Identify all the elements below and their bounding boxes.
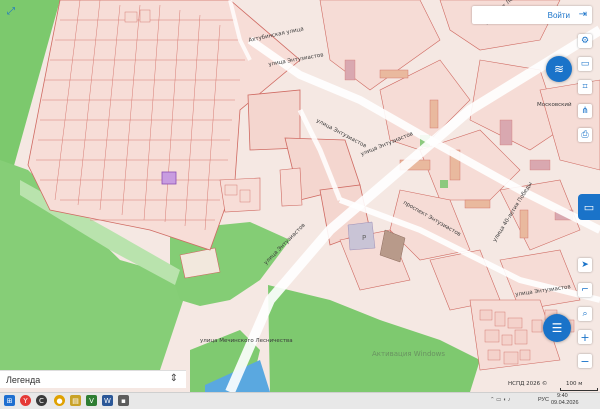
share-icon[interactable]: ⋔ (578, 104, 592, 118)
chat-button[interactable]: ☰ (543, 314, 571, 342)
browser-icon[interactable]: C (36, 395, 47, 406)
zoom-out-icon[interactable]: − (578, 354, 592, 368)
clock-date[interactable]: 09.04.2026 (551, 400, 579, 406)
stack-icon: ≋ (553, 62, 565, 76)
language-indicator[interactable]: РУС (538, 397, 549, 403)
print-icon[interactable]: ⎙ (578, 128, 592, 142)
map-icon[interactable]: ▭ (578, 57, 592, 71)
word-icon[interactable]: W (102, 395, 113, 406)
selection-icon[interactable]: ⌗ (578, 80, 592, 94)
files-icon[interactable]: ▤ (70, 395, 81, 406)
street-label: улица Мечинского Лесничества (200, 338, 293, 344)
layers-icon[interactable]: ⚙ (578, 34, 592, 48)
vpn-icon[interactable]: V (86, 395, 97, 406)
login-label: Войти (547, 11, 570, 20)
tray-icons[interactable]: ⌃ ▭ ◖ ♪ (490, 397, 510, 403)
yandex-browser-icon[interactable]: Y (20, 395, 31, 406)
legend-dropdown[interactable]: Легенда ⇕ (0, 370, 186, 388)
chrome-icon[interactable]: ● (54, 395, 65, 406)
fullscreen-icon[interactable]: ⤢ (4, 4, 18, 18)
zoom-in-icon[interactable]: + (578, 330, 592, 344)
cadastre-panel-icon[interactable]: ▭ (578, 194, 600, 220)
start-icon[interactable]: ⊞ (4, 395, 15, 406)
search-icon[interactable]: ⌕ (578, 307, 592, 321)
scale-bar (560, 388, 598, 391)
locate-icon[interactable]: ➤ (578, 258, 592, 272)
watermark: Активация Windows (372, 350, 446, 358)
ruler-icon[interactable]: ⌐ (578, 283, 592, 297)
scale-label: 100 м (566, 381, 583, 387)
highlighted-parcel (161, 171, 177, 185)
login-arrow-icon: ⇥ (578, 9, 587, 20)
chevron-updown-icon: ⇕ (169, 373, 178, 384)
map-canvas[interactable]: Ахтубинская улица улица Энтузиастов улиц… (0, 0, 600, 394)
legend-label: Легенда (6, 375, 41, 385)
app-icon[interactable]: ▪ (118, 395, 129, 406)
login-field[interactable]: Войти ⇥ (472, 6, 592, 24)
parcel-label: Р (362, 234, 367, 242)
clock-time[interactable]: 9:40 (557, 393, 568, 399)
taskbar: ⊞ Y C ● ▤ V W ▪ ⌃ ▭ ◖ ♪ РУС 9:40 09.04.2… (0, 392, 600, 409)
layers-round-button[interactable]: ≋ (546, 56, 572, 82)
attribution: НСПД 2026 © (508, 381, 548, 387)
chat-icon: ☰ (551, 321, 563, 335)
street-label: Московский (537, 102, 572, 108)
